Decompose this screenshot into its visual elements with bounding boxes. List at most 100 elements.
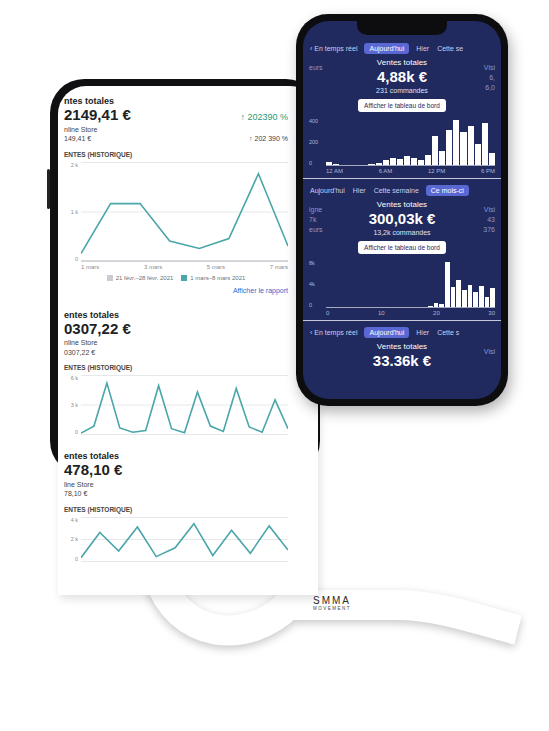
chart-plot [81, 162, 288, 262]
x-tick: 30 [488, 310, 495, 316]
sales-card: ntes totales 2149,41 € ↑ 202390 % nline … [64, 90, 288, 304]
x-tick: 6 AM [379, 168, 393, 174]
chart-bar [489, 153, 495, 165]
period-tab[interactable]: ‹ En temps réel [309, 327, 358, 338]
period-tab[interactable]: Ce mois-ci [426, 185, 469, 196]
sales-card: entes totales 0307,22 € nline Store 0307… [64, 304, 288, 446]
side-metric [309, 342, 331, 370]
period-tab[interactable]: Aujourd'hui [364, 43, 409, 54]
y-tick: 8k [309, 260, 323, 266]
y-axis: 4002000 [309, 118, 323, 166]
order-count: 13,2k commandes [373, 228, 430, 237]
grid-line [81, 434, 288, 435]
dashboard-button[interactable]: Afficher le tableau de bord [358, 99, 446, 112]
grid-line [81, 261, 288, 262]
report-link[interactable]: Afficher le rapport [233, 287, 288, 294]
y-tick: 0 [64, 256, 78, 262]
period-tab[interactable]: Hier [415, 43, 430, 54]
chart-plot [326, 260, 495, 308]
y-axis: 2 k1 k0 [64, 162, 78, 262]
chart-title: ENTES (HISTORIQUE) [64, 506, 288, 513]
period-tab[interactable]: Aujourd'hui [309, 185, 346, 196]
panel-title: Ventes totales [377, 200, 427, 210]
chart-bar [418, 160, 424, 165]
grid-line [81, 375, 288, 376]
logo-name: SMMA [313, 596, 351, 606]
series-line [81, 173, 288, 253]
side-text: 7k [309, 216, 331, 223]
y-tick: 0 [309, 302, 323, 308]
side-text: 43 [487, 216, 495, 223]
period-tab[interactable]: Cette s [436, 327, 460, 338]
chart-bar [425, 155, 431, 166]
chart-bar [326, 162, 332, 166]
y-axis: 8k 4k 0 [309, 260, 323, 308]
card-title: ntes totales [64, 96, 114, 106]
x-tick: 12 PM [428, 168, 445, 174]
period-tabs: Aujourd'hui Hier Cette semaine Ce mois-ci [309, 183, 495, 197]
x-tick: 1 mars [81, 264, 99, 270]
sales-value: 0307,22 € [64, 320, 131, 339]
chart-bar [462, 290, 467, 307]
side-text: Visi [484, 348, 495, 355]
card-title: entes totales [64, 310, 119, 320]
bar-chart: 8k 4k 0 [309, 260, 495, 308]
period-tab[interactable]: Hier [352, 185, 367, 196]
period-tab[interactable]: ‹ En temps réel [309, 43, 358, 54]
chart-bar [376, 163, 382, 165]
bar-chart: 4002000 [309, 118, 495, 166]
sales-value: 478,10 € [64, 461, 122, 480]
store-value: 0307,22 € [64, 348, 95, 357]
chart-bar [390, 158, 396, 165]
y-axis: 4 k2 k0 [64, 517, 78, 562]
y-tick: 2 k [64, 536, 78, 542]
promo-canvas: SMMA MOVEMENT ntes totales 2149,41 € ↑ 2… [0, 0, 549, 731]
period-tab[interactable]: Hier [415, 327, 430, 338]
series-line [81, 260, 288, 262]
y-tick: 200 [309, 139, 323, 145]
legend-swatch-icon [181, 275, 187, 281]
x-tick: 10 [378, 310, 385, 316]
y-tick: 3 k [64, 402, 78, 408]
chart-plot [81, 517, 288, 562]
side-text: Visi [484, 206, 495, 213]
chart-bar [445, 262, 450, 307]
period-tab[interactable]: Cette semaine [373, 185, 420, 196]
sales-value: 2149,41 € [64, 106, 131, 125]
phone-notch [357, 21, 447, 35]
series-line [81, 383, 288, 433]
x-tick: 20 [433, 310, 440, 316]
x-axis: 12 AM6 AM12 PM6 PM [326, 168, 495, 174]
phone-button [47, 169, 50, 209]
card-title: entes totales [64, 451, 119, 461]
y-tick: 6 k [64, 375, 78, 381]
period-tab[interactable]: Aujourd'hui [364, 327, 409, 338]
chart-bar [460, 132, 466, 165]
period-tab[interactable]: Cette se [436, 43, 464, 54]
chart-bar [333, 164, 339, 165]
chart-bar [475, 144, 481, 165]
grid-line [81, 162, 288, 163]
chart-bar [368, 164, 374, 165]
x-tick: 5 mars [207, 264, 225, 270]
dashboard-button[interactable]: Afficher le tableau de bord [358, 241, 446, 254]
line-chart: 4 k2 k0 [64, 517, 288, 562]
right-phone: ‹ En temps réelAujourd'huiHierCette se e… [296, 14, 508, 406]
chart-bar [490, 288, 495, 307]
dashboard-screen: ‹ En temps réelAujourd'huiHierCette se e… [303, 21, 501, 399]
y-tick: 4k [309, 281, 323, 287]
chart-title: ENTES (HISTORIQUE) [64, 364, 288, 371]
chart-bar [434, 303, 439, 307]
x-tick: 6 PM [481, 168, 495, 174]
side-text: 6,0 [485, 84, 495, 91]
period-tabs: ‹ En temps réel Aujourd'hui Hier Cette s [309, 325, 495, 339]
chart-bar [446, 130, 452, 165]
chart-bar [428, 306, 433, 307]
panel-value: 33.36k € [373, 352, 431, 370]
side-text: igne [309, 206, 331, 213]
chart-bar [468, 285, 473, 307]
chart-title: ENTES (HISTORIQUE) [64, 151, 288, 158]
panel-title: Ventes totales [377, 58, 427, 68]
panel-title: Ventes totales [377, 342, 427, 352]
grid-line [81, 517, 288, 518]
